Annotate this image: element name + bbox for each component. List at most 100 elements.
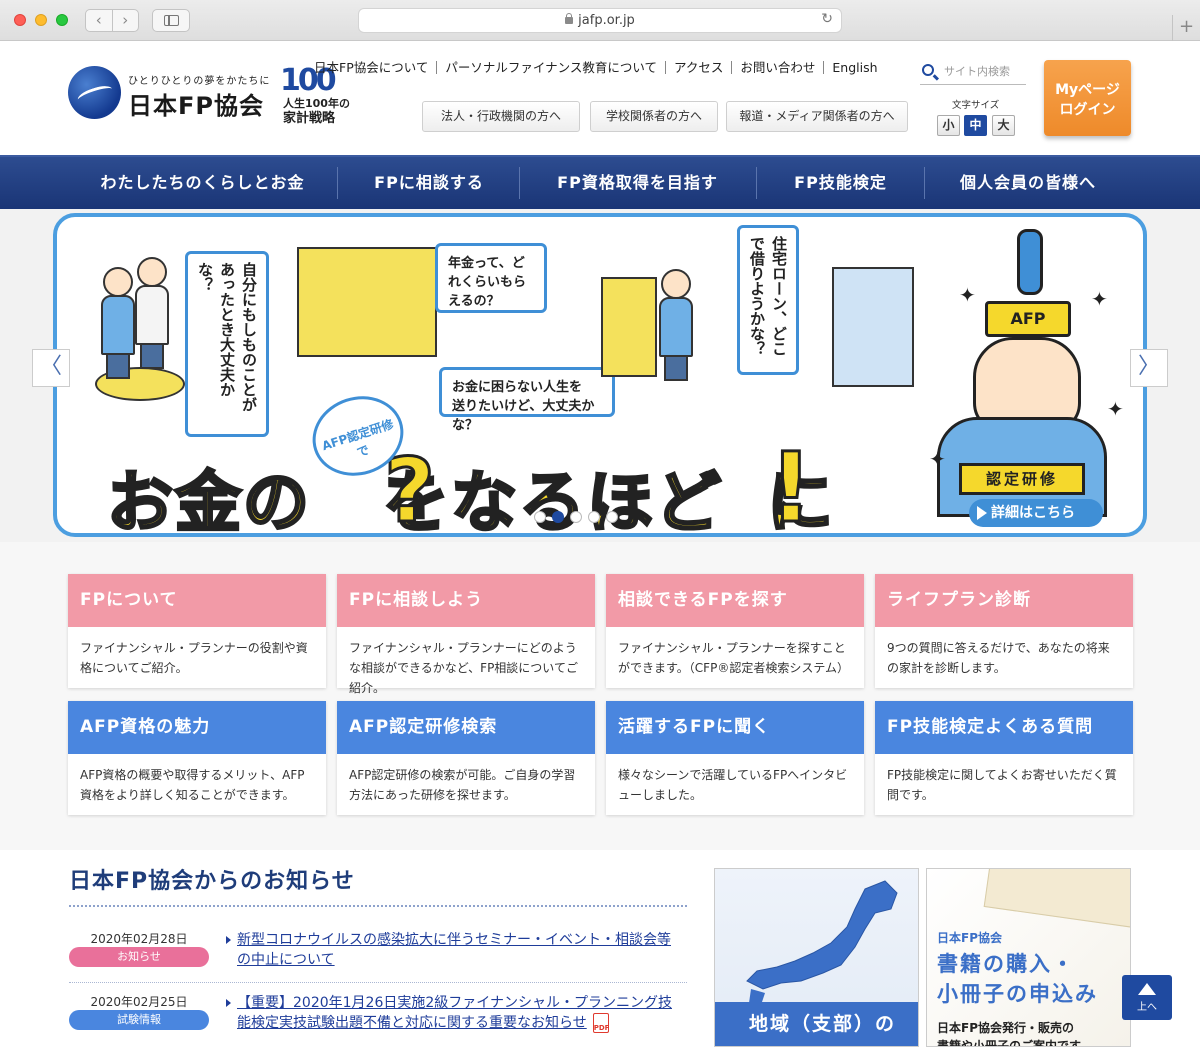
forward-button[interactable]: › — [113, 10, 139, 31]
logo-tagline: ひとりひとりの夢をかたちに — [128, 76, 271, 87]
zoom-window-button[interactable] — [56, 14, 68, 26]
nav-consult-fp[interactable]: FPに相談する — [340, 157, 518, 209]
corporate-button[interactable]: 法人・行政機関の方へ — [422, 101, 580, 132]
close-window-button[interactable] — [14, 14, 26, 26]
nav-life-and-money[interactable]: わたしたちのくらしとお金 — [70, 157, 335, 209]
logo-name[interactable]: 日本FP協会 — [128, 86, 264, 121]
font-size-medium-button[interactable]: 中 — [964, 115, 987, 136]
nav-fp-exam[interactable]: FP技能検定 — [758, 157, 923, 209]
books-promo-tile[interactable]: 日本FP協会 書籍の購入・ 小冊子の申込み 日本FP協会発行・販売の 書籍や小冊… — [926, 868, 1131, 1047]
speech-bubble-pension: 年金って、どれくらいもらえるの？ — [435, 243, 547, 313]
family-illustration — [101, 267, 135, 379]
link-contact[interactable]: お問い合わせ — [731, 61, 823, 74]
nav-divider — [519, 167, 520, 199]
businessman-illustration — [659, 269, 693, 381]
card-title: AFP認定研修検索 — [337, 701, 595, 754]
news-category-badge: お知らせ — [69, 947, 209, 967]
books-desc-line: 書籍や小冊子のご案内です — [937, 1039, 1082, 1047]
link-english[interactable]: English — [823, 61, 885, 74]
card-description: 様々なシーンで活躍しているFPへインタビューしました。 — [618, 768, 848, 802]
sparkle-icon: ✦ — [1107, 397, 1124, 421]
mypage-label: Myページ — [1055, 82, 1120, 98]
news-link[interactable]: 【重要】2020年1月26日実施2級ファイナンシャル・プランニング技能検定実技試… — [237, 993, 682, 1033]
atm-shape — [601, 277, 657, 377]
news-divider — [69, 905, 687, 907]
utility-nav: 日本FP協会について パーソナルファイナンス教育について アクセス お問い合わせ… — [314, 61, 886, 74]
card-find-fp[interactable]: 相談できるFPを探す ファイナンシャル・プランナーを探すことができます。（CFP… — [606, 574, 864, 688]
speech-bubble-money-worry: お金に困らない人生を 送りたいけど、大丈夫かな？ — [439, 367, 615, 433]
carousel-dot[interactable] — [570, 511, 582, 523]
jafp-logo-icon[interactable] — [68, 66, 121, 119]
search-icon[interactable] — [922, 64, 934, 76]
news-section-title: 日本FP協会からのお知らせ — [69, 869, 355, 894]
card-description: ファイナンシャル・プランナーを探すことができます。（CFP®認定者検索システム） — [618, 641, 849, 675]
site-search[interactable]: サイト内検索 — [920, 61, 1026, 85]
card-description: ファイナンシャル・プランナーにどのような相談ができるかなど、FP相談についてご紹… — [349, 641, 578, 695]
sidebar-icon — [164, 15, 179, 26]
media-button[interactable]: 報道・メディア関係者の方へ — [726, 101, 908, 132]
carousel-dot-active[interactable] — [552, 511, 564, 523]
carousel-prev-button[interactable]: 〈 — [32, 349, 70, 387]
sparkle-icon: ✦ — [929, 447, 946, 471]
card-about-fp[interactable]: FPについて ファイナンシャル・プランナーの役割や資格についてご紹介。 — [68, 574, 326, 688]
card-consult-fp[interactable]: FPに相談しよう ファイナンシャル・プランナーにどのような相談ができるかなど、F… — [337, 574, 595, 695]
sparkle-icon: ✦ — [1091, 287, 1108, 311]
books-title-line: 小冊子の申込み — [937, 982, 1098, 1006]
link-about-jafp[interactable]: 日本FP協会について — [314, 61, 436, 74]
nav-fp-qualification[interactable]: FP資格取得を目指す — [521, 157, 754, 209]
link-arrow-icon — [226, 936, 231, 944]
card-description: AFP認定研修の検索が可能。ご自身の学習方法にあった研修を探せます。 — [349, 768, 576, 802]
sidebar-toggle-button[interactable] — [152, 9, 190, 32]
carousel-pagination — [534, 511, 618, 523]
books-title: 書籍の購入・ 小冊子の申込み — [937, 949, 1098, 1009]
branch-promo-tile[interactable]: 地域（支部）の — [714, 868, 919, 1047]
font-size-large-button[interactable]: 大 — [992, 115, 1015, 136]
carousel-dot[interactable] — [606, 511, 618, 523]
link-personal-finance-education[interactable]: パーソナルファイナンス教育について — [436, 61, 665, 74]
minimize-window-button[interactable] — [35, 14, 47, 26]
card-exam-faq[interactable]: FP技能検定よくある質問 FP技能検定に関してよくお寄せいただく質問です。 — [875, 701, 1133, 815]
back-to-top-button[interactable]: 上へ — [1122, 975, 1172, 1020]
font-size-small-button[interactable]: 小 — [937, 115, 960, 136]
books-desc-line: 日本FP協会発行・販売の — [937, 1021, 1074, 1035]
schools-button[interactable]: 学校関係者の方へ — [590, 101, 718, 132]
nav-divider — [756, 167, 757, 199]
centennial-line2: 家計戦略 — [283, 111, 336, 126]
link-arrow-icon — [226, 999, 231, 1007]
news-item-divider — [69, 982, 687, 983]
login-label: ログイン — [1059, 102, 1116, 118]
mypage-login-button[interactable]: Myページ ログイン — [1044, 60, 1131, 136]
headline-part: お金の — [106, 463, 311, 537]
hero-headline: お金の をなるほどに — [106, 449, 835, 537]
carousel-dot[interactable] — [588, 511, 600, 523]
new-tab-button[interactable]: + — [1172, 15, 1200, 41]
branch-label: 地域（支部）の — [715, 1002, 918, 1046]
card-life-plan-diagnosis[interactable]: ライフプラン診断 9つの質問に答えるだけで、あなたの将来の家計を診断します。 — [875, 574, 1133, 688]
browser-toolbar: ‹ › jafp.or.jp ↻ + — [0, 0, 1200, 41]
nav-individual-members[interactable]: 個人会員の皆様へ — [926, 157, 1130, 209]
search-input[interactable]: サイト内検索 — [944, 63, 1010, 79]
card-title: AFP資格の魅力 — [68, 701, 326, 754]
bubble-line: 送りたいけど、大丈夫かな？ — [452, 399, 595, 433]
card-afp-appeal[interactable]: AFP資格の魅力 AFP資格の概要や取得するメリット、AFP資格をより詳しく知る… — [68, 701, 326, 815]
nav-divider — [337, 167, 338, 199]
news-link[interactable]: 新型コロナウイルスの感染拡大に伴うセミナー・イベント・相談会等の中止について — [237, 930, 682, 970]
reload-icon[interactable]: ↻ — [821, 11, 833, 27]
card-title: ライフプラン診断 — [875, 574, 1133, 627]
link-access[interactable]: アクセス — [665, 61, 731, 74]
card-afp-training-search[interactable]: AFP認定研修検索 AFP認定研修の検索が可能。ご自身の学習方法にあった研修を探… — [337, 701, 595, 815]
speech-bubble-housing-loan: 住宅ローン、どこで借りようかな？ — [737, 225, 799, 375]
speech-bubble-insurance: 自分にもしものことがあったとき大丈夫かな？ — [185, 251, 269, 437]
carousel-next-button[interactable]: 〉 — [1130, 349, 1168, 387]
carousel-dot[interactable] — [534, 511, 546, 523]
afp-hat: AFP — [985, 301, 1071, 337]
detail-button[interactable]: 詳細はこちら — [969, 499, 1103, 527]
arrow-up-icon — [1138, 983, 1156, 995]
exclamation-mark-icon: ! — [768, 431, 815, 537]
lock-icon — [565, 13, 574, 24]
address-bar[interactable]: jafp.or.jp ↻ — [358, 8, 842, 33]
back-button[interactable]: ‹ — [86, 10, 113, 31]
card-description: 9つの質問に答えるだけで、あなたの将来の家計を診断します。 — [887, 641, 1110, 675]
hero-banner[interactable]: 自分にもしものことがあったとき大丈夫かな？ 年金って、どれくらいもらえるの？ お… — [53, 213, 1147, 537]
card-fp-interviews[interactable]: 活躍するFPに聞く 様々なシーンで活躍しているFPへインタビューしました。 — [606, 701, 864, 815]
